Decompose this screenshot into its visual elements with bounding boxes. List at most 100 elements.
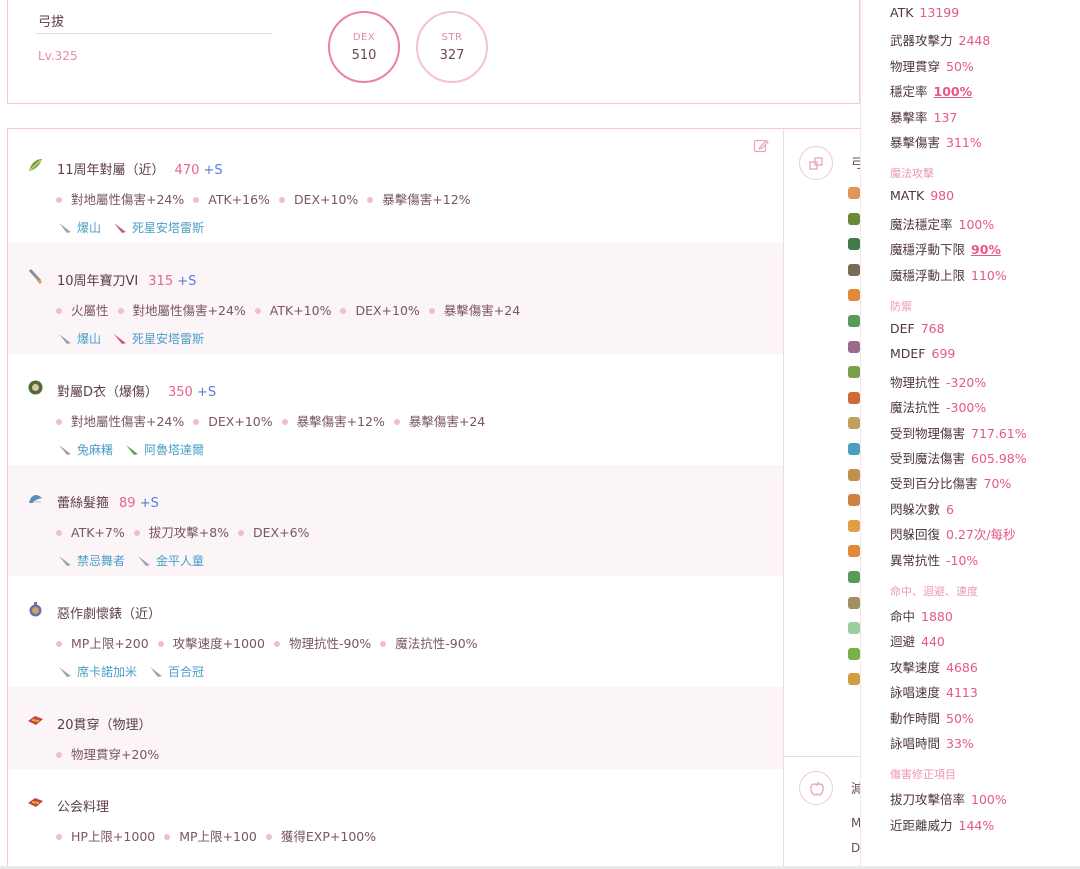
stat-name: 受到百分比傷害 xyxy=(890,476,978,492)
equipment-stats: 對地屬性傷害+24% ATK+16% DEX+10% 暴擊傷害+12% xyxy=(56,189,480,208)
equipment-stat: 暴擊傷害+12% xyxy=(367,189,470,208)
stat-value: 50% xyxy=(946,58,974,74)
stat-value: 327 xyxy=(439,48,465,63)
crystal-name: 死星安塔雷斯 xyxy=(132,332,205,346)
crystal-name: 席卡諾加米 xyxy=(77,665,138,679)
equipment-stat: 暴擊傷害+24 xyxy=(429,300,520,319)
equipment-row[interactable]: 惡作劇懷錶（近） MP上限+200 攻擊速度+1000 物理抗性-90% 魔法抗性-90… xyxy=(8,576,783,687)
equipment-title: 惡作劇懷錶（近） xyxy=(57,607,162,622)
equipment-row[interactable]: 10周年寶刀VI 315 +S 火屬性 對地屬性傷害+24% ATK+10% DEX+10… xyxy=(8,243,783,354)
stat-name: 命中 xyxy=(890,609,916,624)
equipment-stats: ATK+7% 拔刀攻擊+8% DEX+6% xyxy=(56,522,318,541)
crystal-list: 席卡諾加米 百合冠 xyxy=(58,663,216,680)
crystal-link[interactable]: 禁忌舞者 xyxy=(58,552,125,569)
equipment-stat: 物理抗性-90% xyxy=(274,633,371,652)
equipment-stat: ATK+7% xyxy=(56,525,125,540)
equipment-title: 10周年寶刀VI xyxy=(57,274,139,289)
crystal-link[interactable]: 死星安塔雷斯 xyxy=(113,330,204,347)
character-level: Lv.325 xyxy=(38,49,78,63)
crystal-list: 禁忌舞者 金平人童 xyxy=(58,552,216,569)
crystal-icon xyxy=(848,622,860,635)
stat-value: 6 xyxy=(946,501,954,517)
stat-name: 暴擊傷害 xyxy=(890,135,941,150)
equipment-row[interactable]: 公会料理 HP上限+1000 MP上限+100 獲得EXP+100% xyxy=(8,769,783,851)
crystal-link[interactable]: 死星安塔雷斯 xyxy=(113,219,204,236)
stat-label: DEX xyxy=(352,32,376,43)
crystal-icon xyxy=(848,443,860,455)
equipment-stat: MP上限+100 xyxy=(164,826,257,845)
food-text: D xyxy=(851,841,860,855)
equipment-title: 11周年對屬（近） xyxy=(57,163,165,178)
equipment-stat: 物理貫穿+20% xyxy=(56,744,159,763)
equipment-stat: DEX+6% xyxy=(238,525,309,540)
stat-value: -10% xyxy=(946,552,979,568)
stat-row: 近距離威力 144% xyxy=(890,815,994,834)
crystal-link[interactable]: 兔麻糬 xyxy=(58,441,113,458)
stat-section-heading: 魔法攻擊 xyxy=(890,167,934,181)
stat-row: 魔法抗性 -300% xyxy=(890,397,986,416)
food-text: M xyxy=(851,816,860,830)
equipment-title: 公会料理 xyxy=(57,800,110,815)
refine-level: +S xyxy=(135,496,159,511)
stat-row: 命中 1880 xyxy=(890,606,953,625)
crystal-icon xyxy=(848,571,860,583)
stat-row: 攻擊速度 4686 xyxy=(890,657,978,676)
crystal-icon xyxy=(848,596,860,609)
equipment-stat: 攻擊速度+1000 xyxy=(158,633,265,652)
equipment-title: 對屬D衣（爆傷） xyxy=(57,385,159,400)
crystal-link[interactable]: 爆山 xyxy=(58,219,101,236)
equipment-name: 蕾絲髮箍 89 +S xyxy=(57,492,159,511)
crystal-link[interactable]: 爆山 xyxy=(58,330,101,347)
crystal-icon xyxy=(848,545,860,558)
stat-row: DEF 768 xyxy=(890,321,945,336)
stat-name: MATK xyxy=(890,188,925,204)
stat-value: 13199 xyxy=(919,5,960,20)
equipment-stat: 暴擊傷害+24 xyxy=(394,411,485,430)
equipment-stat: 暴擊傷害+12% xyxy=(282,411,385,430)
crystal-link[interactable]: 金平人童 xyxy=(137,552,204,569)
stat-value: 768 xyxy=(920,321,945,336)
stat-name: 近距離威力 xyxy=(890,817,953,833)
equipment-stats: 火屬性 對地屬性傷害+24% ATK+10% DEX+10% 暴擊傷害+24 xyxy=(56,300,529,319)
crystal-list: 爆山 死星安塔雷斯 xyxy=(58,330,216,347)
equipment-row[interactable]: 11周年對屬（近） 470 +S 對地屬性傷害+24% ATK+16% DEX+10% 暴… xyxy=(8,132,783,243)
stat-row: 受到百分比傷害 70% xyxy=(890,473,1011,492)
stat-value: 70% xyxy=(983,476,1012,492)
stat-value: 100% xyxy=(958,216,995,232)
crystal-link[interactable]: 阿魯塔達爾 xyxy=(125,441,204,458)
equipment-row[interactable]: 20貫穿（物理） 物理貫穿+20% xyxy=(8,687,783,769)
refine-level: +S xyxy=(199,163,223,178)
stat-value: 4113 xyxy=(946,685,978,701)
crystal-name: 爆山 xyxy=(77,221,102,235)
stat-value[interactable]: 100% xyxy=(934,84,973,99)
stat-value: 699 xyxy=(931,346,956,362)
equipment-row[interactable]: 蕾絲髮箍 89 +S ATK+7% 拔刀攻擊+8% DEX+6% 禁忌舞者 金平人童 xyxy=(8,465,783,576)
equipment-stat: HP上限+1000 xyxy=(56,826,155,845)
crystal-link[interactable]: 席卡諾加米 xyxy=(58,663,137,680)
refine-level: +S xyxy=(192,385,217,400)
stat-value[interactable]: 90% xyxy=(971,242,1001,257)
stat-name: 物理貫穿 xyxy=(890,58,941,74)
equipment-name: 惡作劇懷錶（近） xyxy=(57,603,161,622)
crystal-name: 禁忌舞者 xyxy=(77,554,126,568)
stat-value: 311% xyxy=(946,135,982,150)
stat-name: 迴避 xyxy=(890,634,916,650)
stat-row: 武器攻擊力 2448 xyxy=(890,30,990,49)
bow-icon xyxy=(27,157,44,174)
stat-row: 魔穩浮動下限 90% xyxy=(890,239,1001,258)
equipment-stat: 獲得EXP+100% xyxy=(266,826,376,845)
stat-row: 暴擊率 137 xyxy=(890,107,957,126)
equipment-title: 20貫穿（物理） xyxy=(57,718,152,733)
stat-row: 穩定率 100% xyxy=(890,81,972,100)
consumable-icon xyxy=(27,712,44,729)
crystal-link[interactable]: 百合冠 xyxy=(149,663,204,680)
stat-row: MDEF 699 xyxy=(890,346,955,361)
crystal-name: 兔麻糬 xyxy=(77,443,114,457)
stat-name: 穩定率 xyxy=(890,84,928,100)
equipment-row[interactable]: 對屬D衣（爆傷） 350 +S 對地屬性傷害+24% DEX+10% 暴擊傷害+12% 暴… xyxy=(8,354,783,465)
stat-section-heading: 傷害修正項目 xyxy=(890,768,956,782)
equipment-stat: DEX+10% xyxy=(340,303,419,318)
stat-name: 詠唱時間 xyxy=(890,736,941,751)
stat-value: 980 xyxy=(930,188,955,204)
stat-row: 物理抗性 -320% xyxy=(890,372,986,391)
